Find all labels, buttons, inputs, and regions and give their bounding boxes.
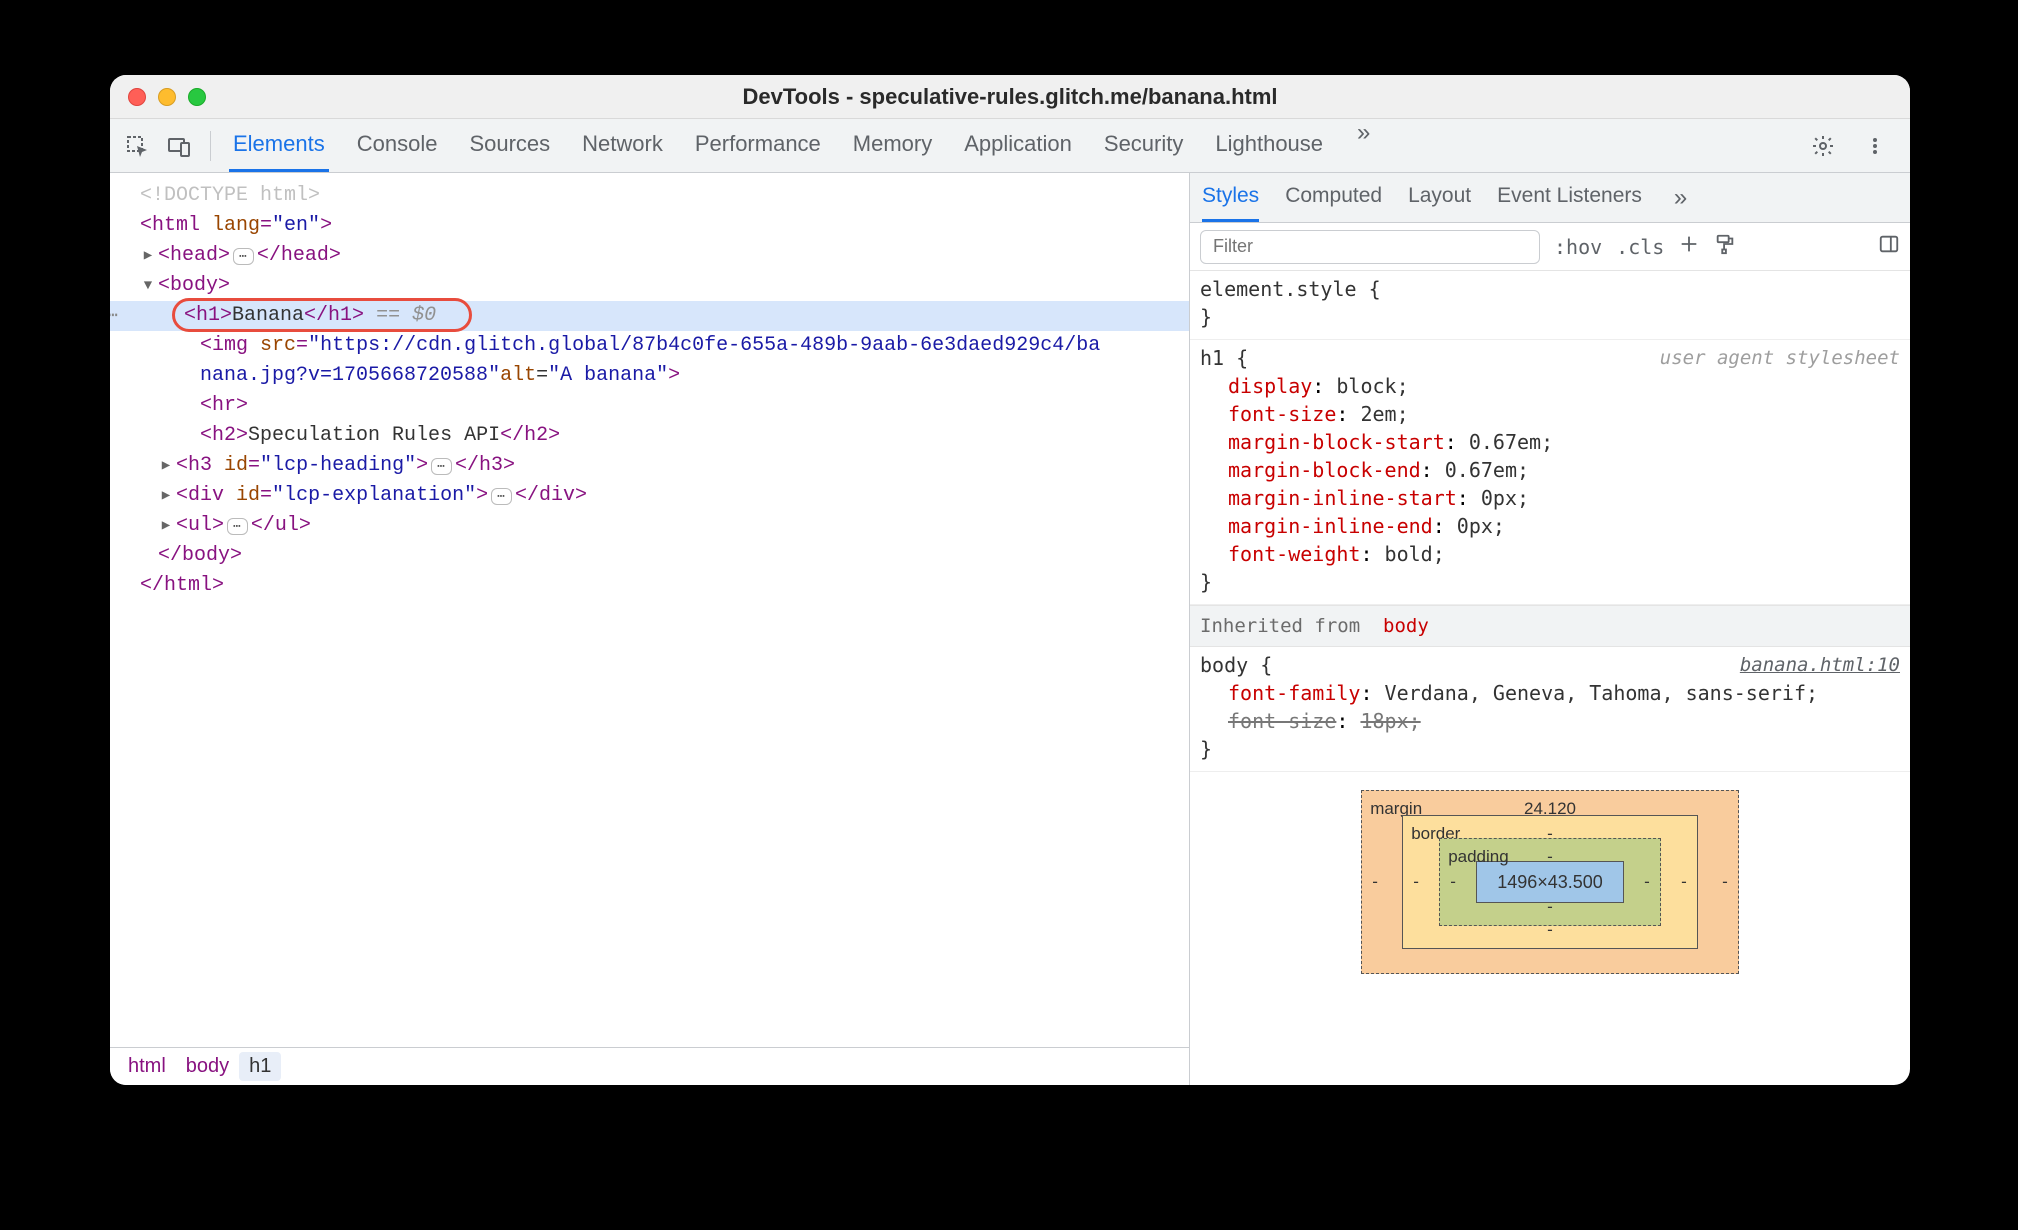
tab-elements[interactable]: Elements [229,119,329,172]
devtools-body: <!DOCTYPE html> <html lang="en"> ▶ <head… [110,173,1910,1085]
toggle-sidebar-icon[interactable] [1878,233,1900,260]
box-model-padding[interactable]: padding - - - - 1496×43.500 [1439,838,1661,926]
dom-h3[interactable]: ▶ <h3 id="lcp-heading">⋯</h3> [110,451,1189,481]
dom-hr[interactable]: <hr> [110,391,1189,421]
styles-toolbar: :hov .cls [1190,223,1910,271]
dom-body-open[interactable]: ▼ <body> [110,271,1189,301]
devtools-window: DevTools - speculative-rules.glitch.me/b… [110,75,1910,1085]
styles-filter-input[interactable] [1200,230,1540,264]
device-toolbar-icon[interactable] [162,129,196,163]
inspect-icon[interactable] [120,129,154,163]
tab-console[interactable]: Console [353,119,442,172]
titlebar: DevTools - speculative-rules.glitch.me/b… [110,75,1910,119]
crumb-html[interactable]: html [118,1052,176,1081]
rule-body[interactable]: banana.html:10 body { font-family: Verda… [1190,647,1910,772]
tab-security[interactable]: Security [1100,119,1187,172]
window-title: DevTools - speculative-rules.glitch.me/b… [110,84,1910,110]
tab-application[interactable]: Application [960,119,1076,172]
tab-lighthouse[interactable]: Lighthouse [1211,119,1327,172]
styles-tab-computed[interactable]: Computed [1285,173,1382,222]
styles-tab-eventlisteners[interactable]: Event Listeners [1497,173,1642,222]
dom-tree[interactable]: <!DOCTYPE html> <html lang="en"> ▶ <head… [110,173,1189,1047]
styles-pane: Styles Computed Layout Event Listeners »… [1190,173,1910,1085]
main-tabs: Elements Console Sources Network Perform… [219,119,1376,172]
dom-ul[interactable]: ▶ <ul>⋯</ul> [110,511,1189,541]
new-style-rule-icon[interactable] [1678,233,1700,260]
dom-html-open[interactable]: <html lang="en"> [110,211,1189,241]
rule-source-link[interactable]: banana.html:10 [1740,651,1900,679]
dom-h2[interactable]: <h2>Speculation Rules API</h2> [110,421,1189,451]
dom-img-line1[interactable]: <img src="https://cdn.glitch.global/87b4… [110,331,1189,361]
box-model-border[interactable]: border - - - - padding - - - [1402,815,1698,949]
styles-tab-layout[interactable]: Layout [1408,173,1471,222]
dom-body-close[interactable]: </body> [110,541,1189,571]
crumb-h1[interactable]: h1 [239,1052,281,1081]
dom-img-line2[interactable]: nana.jpg?v=1705668720588" alt="A banana"… [110,361,1189,391]
settings-gear-icon[interactable] [1806,129,1840,163]
dom-div[interactable]: ▶ <div id="lcp-explanation">⋯</div> [110,481,1189,511]
traffic-lights [110,88,206,106]
dom-h1-selected[interactable]: ⋯ <h1>Banana</h1> == $0 [110,301,1189,331]
box-model-margin[interactable]: margin 24.120 - - border - - - - [1361,790,1739,974]
breadcrumbs: html body h1 [110,1047,1189,1085]
main-tabstrip: Elements Console Sources Network Perform… [110,119,1910,173]
styles-body: element.style { } user agent stylesheet … [1190,271,1910,1085]
tab-sources[interactable]: Sources [465,119,554,172]
tabs-overflow-icon[interactable]: » [1351,119,1376,172]
dom-doctype[interactable]: <!DOCTYPE html> [110,181,1189,211]
window-minimize-button[interactable] [158,88,176,106]
hov-toggle[interactable]: :hov [1554,235,1602,259]
rule-origin-label: user agent stylesheet [1660,344,1900,372]
box-model[interactable]: margin 24.120 - - border - - - - [1190,772,1910,974]
styles-tabs-overflow-icon[interactable]: » [1668,184,1693,212]
tab-memory[interactable]: Memory [849,119,936,172]
gutter-ellipsis-icon[interactable]: ⋯ [110,301,116,331]
rule-element-style[interactable]: element.style { } [1190,271,1910,340]
inherited-from-bar: Inherited from body [1190,605,1910,647]
window-close-button[interactable] [128,88,146,106]
tab-network[interactable]: Network [578,119,667,172]
dom-html-close[interactable]: </html> [110,571,1189,601]
more-menu-icon[interactable] [1858,129,1892,163]
cls-toggle[interactable]: .cls [1616,235,1664,259]
rule-h1[interactable]: user agent stylesheet h1 { display: bloc… [1190,340,1910,605]
crumb-body[interactable]: body [176,1052,239,1081]
elements-pane: <!DOCTYPE html> <html lang="en"> ▶ <head… [110,173,1190,1085]
paint-tool-icon[interactable] [1714,233,1736,260]
window-zoom-button[interactable] [188,88,206,106]
styles-tab-styles[interactable]: Styles [1202,173,1259,222]
styles-tabs: Styles Computed Layout Event Listeners » [1190,173,1910,223]
dom-head[interactable]: ▶ <head>⋯</head> [110,241,1189,271]
tab-performance[interactable]: Performance [691,119,825,172]
